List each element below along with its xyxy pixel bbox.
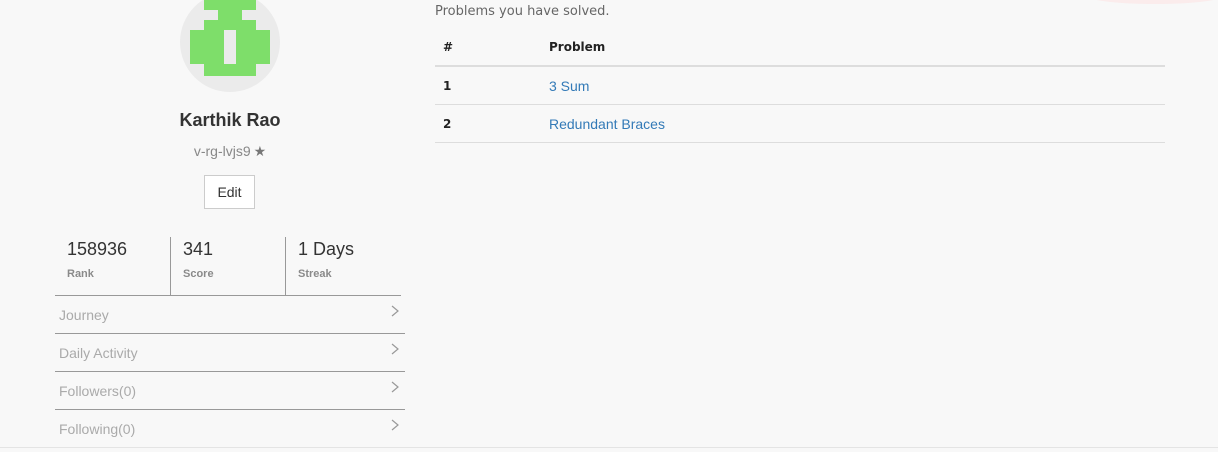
column-header-problem: Problem <box>541 29 1165 67</box>
problem-link[interactable]: 3 Sum <box>549 78 589 94</box>
problems-table: # Problem 1 3 Sum 2 Redundant Braces <box>435 29 1165 143</box>
stat-rank: 158936 Rank <box>55 237 170 295</box>
stat-label: Streak <box>298 268 332 280</box>
column-header-number: # <box>435 29 541 67</box>
menu-item-daily-activity[interactable]: Daily Activity <box>55 334 405 372</box>
menu-item-label: Followers(0) <box>59 383 137 399</box>
page-bottom-divider <box>0 447 1218 448</box>
menu-item-label: Following(0) <box>59 421 136 437</box>
menu-item-label: Journey <box>59 307 109 323</box>
identicon-avatar-icon <box>190 0 270 76</box>
handle-row: v-rg-lvjs9 ★ <box>0 143 460 160</box>
stat-streak: 1 Days Streak <box>285 237 400 295</box>
menu-item-following[interactable]: Following(0) <box>55 410 405 448</box>
chevron-right-icon <box>391 305 399 317</box>
row-number: 1 <box>435 66 541 105</box>
menu-item-followers[interactable]: Followers(0) <box>55 372 405 410</box>
table-header-row: # Problem <box>435 29 1165 67</box>
profile-handle: v-rg-lvjs9 <box>193 143 251 159</box>
stat-score: 341 Score <box>170 237 285 295</box>
profile-page: Karthik Rao v-rg-lvjs9 ★ Edit 158936 Rank… <box>0 0 1218 452</box>
stat-value: 158936 <box>67 239 128 259</box>
profile-menu: Journey Daily Activity Followers(0) Foll… <box>55 296 405 448</box>
star-icon: ★ <box>253 143 267 159</box>
edit-button[interactable]: Edit <box>204 175 255 209</box>
stat-label: Score <box>183 268 214 280</box>
row-number: 2 <box>435 104 541 143</box>
menu-item-journey[interactable]: Journey <box>55 296 405 334</box>
row-problem-cell: 3 Sum <box>541 66 1165 105</box>
stat-label: Rank <box>67 268 94 280</box>
stat-value: 341 <box>183 239 214 259</box>
avatar <box>180 0 280 92</box>
chevron-right-icon <box>391 343 399 355</box>
table-row: 1 3 Sum <box>435 66 1165 105</box>
stats-panel: 158936 Rank 341 Score 1 Days Streak <box>55 237 401 295</box>
decorative-accent <box>1085 0 1218 4</box>
solved-caption: Problems you have solved. <box>435 4 610 19</box>
row-problem-cell: Redundant Braces <box>541 104 1165 143</box>
table-row: 2 Redundant Braces <box>435 104 1165 143</box>
problem-link[interactable]: Redundant Braces <box>549 116 665 132</box>
chevron-right-icon <box>391 419 399 431</box>
profile-name: Karthik Rao <box>179 110 281 130</box>
stat-value: 1 Days <box>298 239 355 259</box>
chevron-right-icon <box>391 381 399 393</box>
menu-item-label: Daily Activity <box>59 345 138 361</box>
